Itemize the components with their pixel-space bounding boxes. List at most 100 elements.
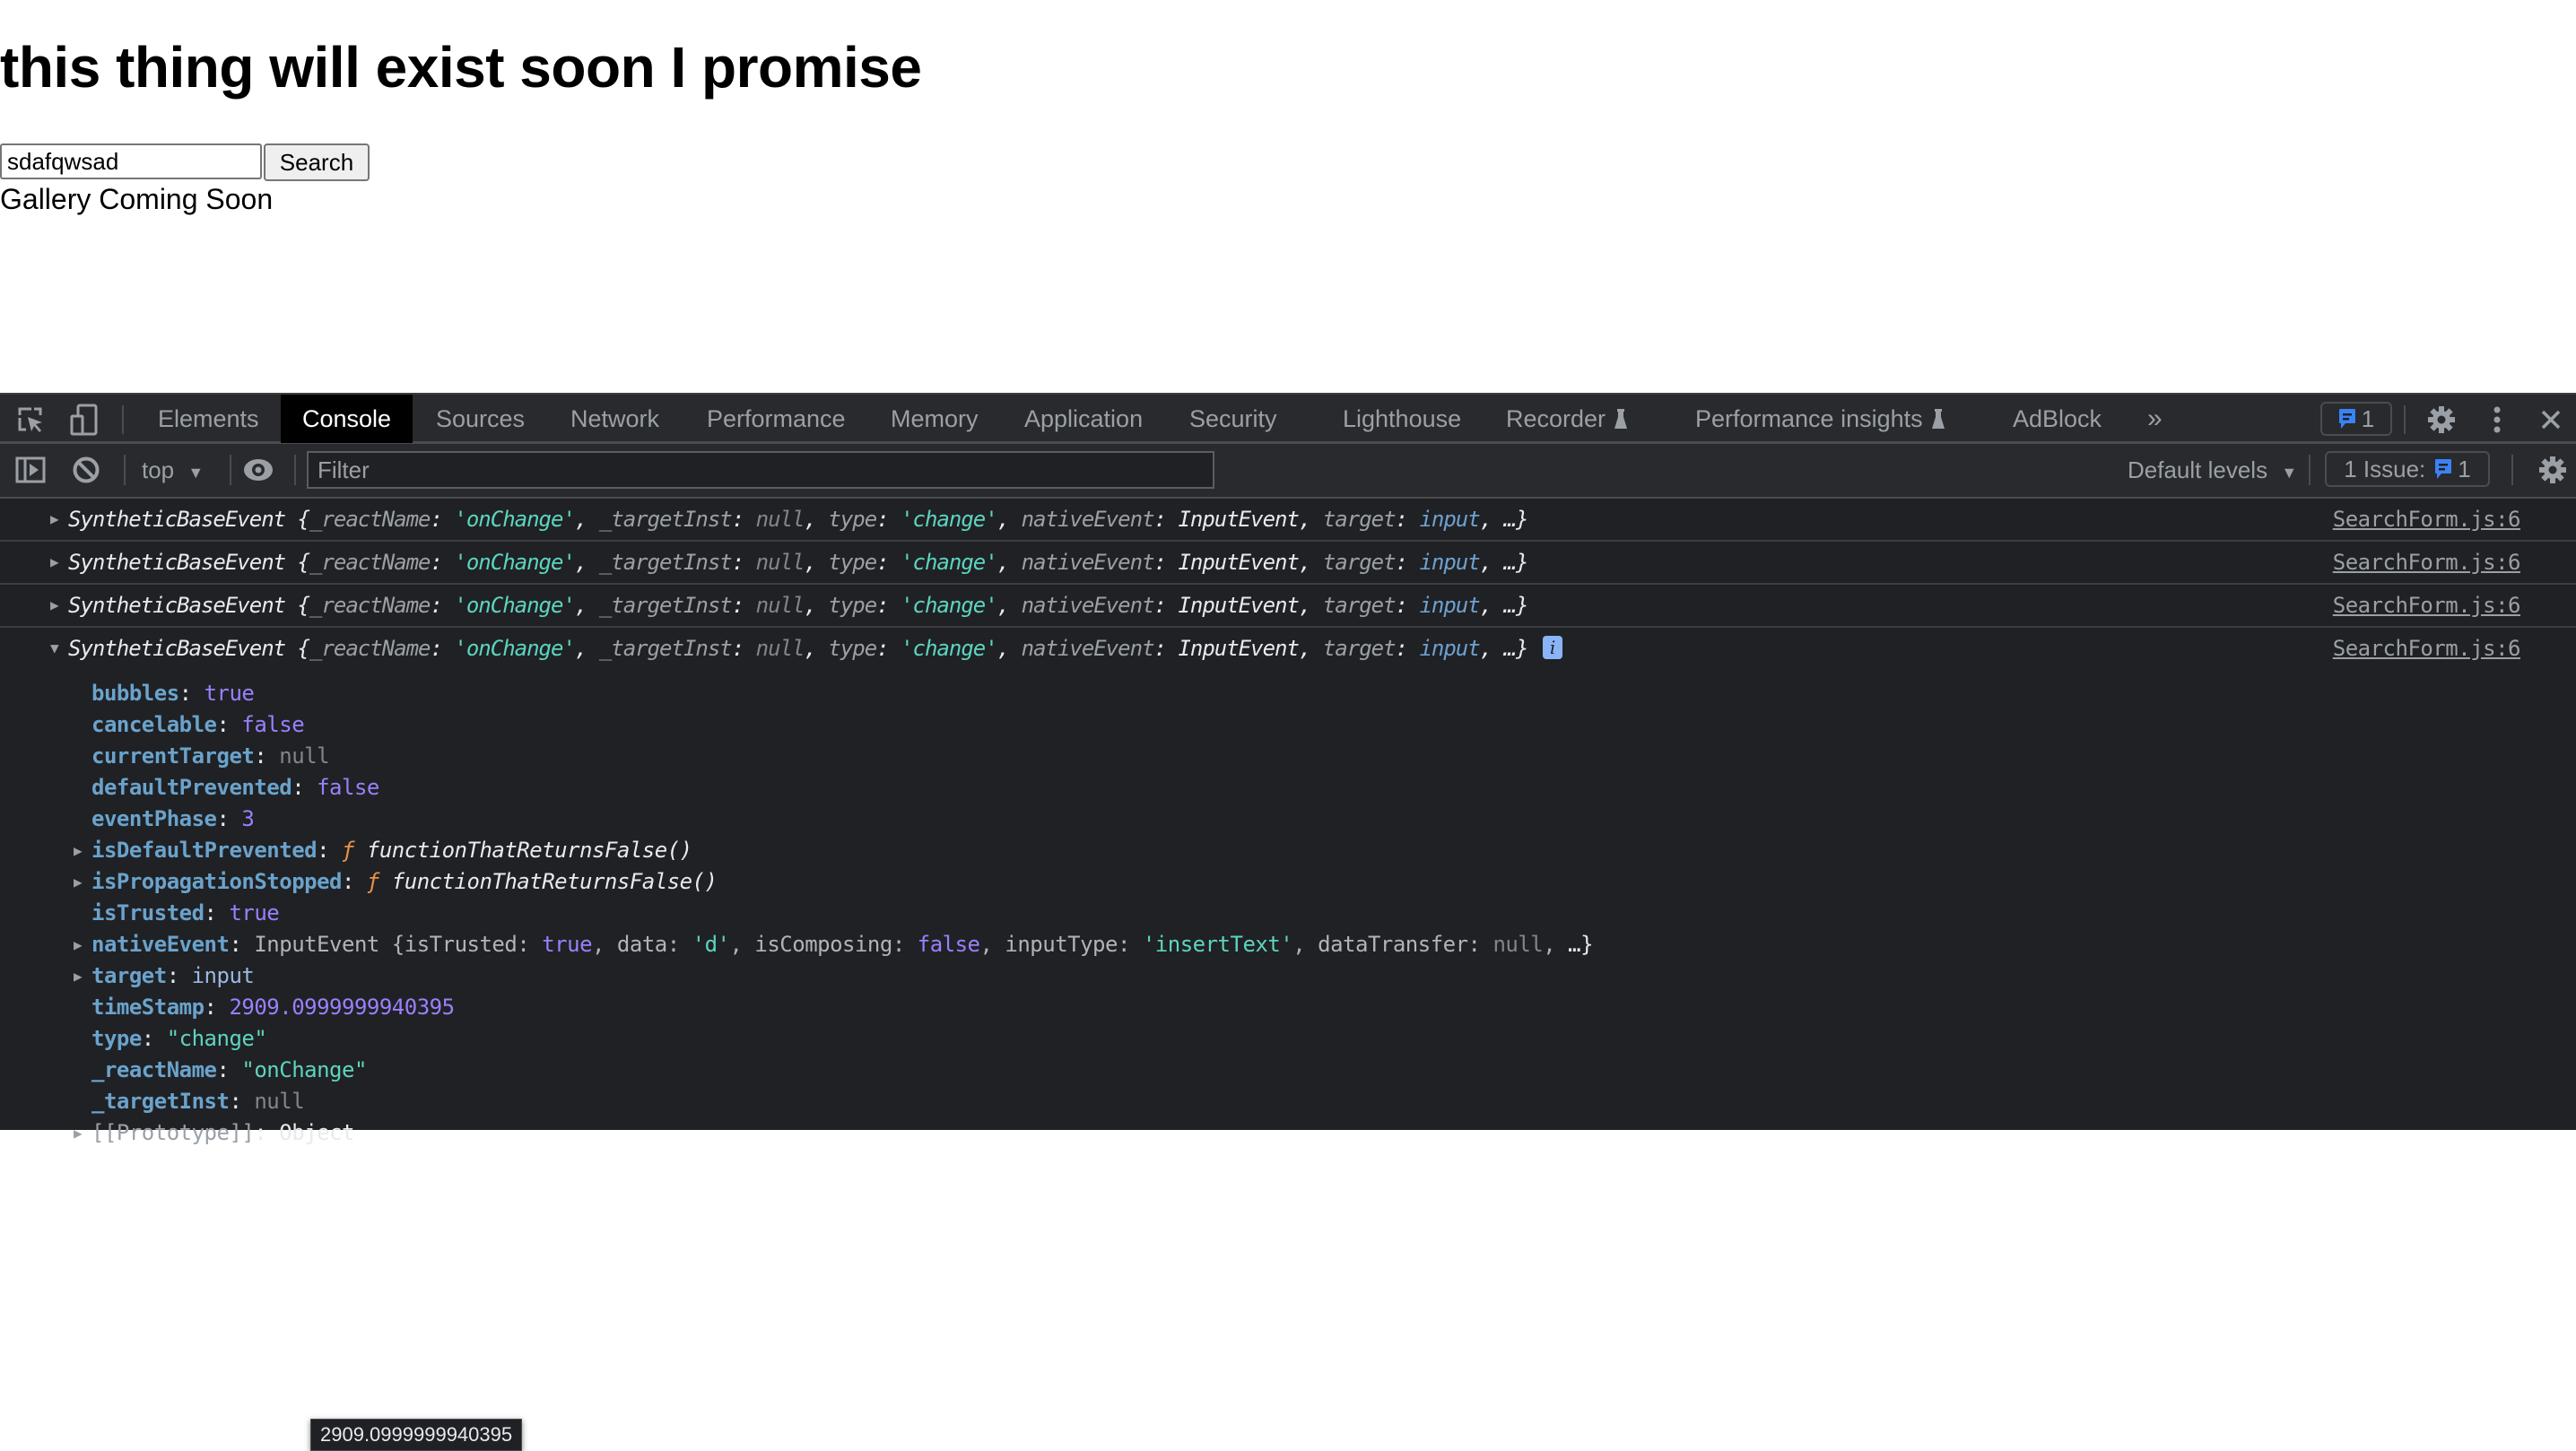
property-row[interactable]: ▶ target: input	[0, 960, 2576, 992]
search-input[interactable]	[0, 143, 262, 179]
function-f-icon: ƒ	[366, 869, 392, 894]
property-name: target: input	[91, 963, 255, 988]
property-value: 2909.0999999940395	[229, 995, 455, 1020]
property-name: isPropagationStopped: ƒ functionThatRetu…	[91, 869, 718, 894]
property-value: functionThatReturnsFalse()	[366, 838, 692, 863]
property-row: eventPhase: 3	[0, 804, 2576, 835]
tab-application[interactable]: Application	[1003, 395, 1164, 443]
function-f-icon: ƒ	[342, 838, 367, 863]
property-value: null	[279, 743, 330, 769]
console-log-row[interactable]: ▶ SyntheticBaseEvent {_reactName: 'onCha…	[0, 542, 2576, 585]
gallery-placeholder-text: Gallery Coming Soon	[0, 183, 274, 215]
expand-triangle-icon[interactable]: ▶	[50, 499, 59, 540]
expand-triangle-icon[interactable]: ▶	[50, 585, 59, 626]
property-name: nativeEvent: InputEvent {isTrusted: true…	[91, 932, 1594, 957]
issues-badge-count: 1	[2361, 404, 2375, 432]
property-row: cancelable: false	[0, 709, 2576, 741]
tab-performance-insights[interactable]: Performance insights	[1674, 395, 1966, 443]
log-message: SyntheticBaseEvent {_reactName: 'onChang…	[68, 593, 1529, 618]
property-row: defaultPrevented: false	[0, 772, 2576, 804]
source-link[interactable]: SearchForm.js:6	[2333, 542, 2521, 583]
tabbar-divider	[2404, 405, 2406, 434]
console-toolbar: top ▼ Filter Default levels ▼ 1 Issue: 1	[0, 444, 2576, 499]
console-log-row[interactable]: ▶ SyntheticBaseEvent {_reactName: 'onCha…	[0, 585, 2576, 628]
property-name: currentTarget: null	[91, 743, 330, 769]
source-link[interactable]: SearchForm.js:6	[2333, 628, 2521, 669]
expanded-properties: bubbles: true cancelable: false currentTar…	[0, 671, 2576, 1149]
device-toolbar-icon[interactable]	[66, 402, 102, 438]
issue-message-icon	[2338, 409, 2355, 429]
issues-badge-button[interactable]: 1	[2320, 402, 2392, 436]
tab-adblock[interactable]: AdBlock	[1991, 395, 2123, 443]
property-value: InputEvent {isTrusted: true, data: 'd', …	[254, 932, 1594, 957]
property-name: _reactName: "onChange"	[91, 1057, 367, 1082]
property-name: isTrusted: true	[91, 900, 280, 925]
source-link[interactable]: SearchForm.js:6	[2333, 499, 2521, 540]
tab-memory[interactable]: Memory	[869, 395, 1000, 443]
tab-recorder-label: Recorder	[1506, 405, 1606, 432]
console-settings-gear-icon[interactable]	[2535, 452, 2571, 488]
expand-triangle-icon[interactable]: ▶	[74, 835, 83, 866]
property-row[interactable]: ▶ isPropagationStopped: ƒ functionThatRet…	[0, 866, 2576, 898]
more-tabs-icon[interactable]: »	[2126, 395, 2184, 443]
experimental-flask-icon	[1614, 409, 1628, 429]
settings-gear-icon[interactable]	[2424, 402, 2459, 438]
toggle-sidebar-icon[interactable]	[13, 452, 48, 488]
property-row: _reactName: "onChange"	[0, 1055, 2576, 1086]
tab-recorder[interactable]: Recorder	[1484, 395, 1649, 443]
property-row[interactable]: ▶ [[Prototype]]: Object	[0, 1117, 2576, 1149]
expand-triangle-icon[interactable]: ▶	[74, 1117, 83, 1149]
context-selector[interactable]: top ▼	[142, 444, 204, 496]
property-value: true	[204, 681, 255, 706]
property-row[interactable]: ▶ isDefaultPrevented: ƒ functionThatRetur…	[0, 835, 2576, 866]
tab-sources[interactable]: Sources	[414, 395, 546, 443]
search-form: Search	[0, 143, 370, 181]
chevron-down-icon: ▼	[187, 464, 205, 482]
tab-network[interactable]: Network	[549, 395, 681, 443]
property-value: true	[229, 900, 280, 925]
info-icon[interactable]: i	[1542, 636, 1562, 659]
expand-triangle-icon[interactable]: ▶	[74, 960, 83, 992]
property-row: bubbles: true	[0, 678, 2576, 709]
property-value: null	[254, 1089, 305, 1114]
console-filter-input[interactable]: Filter	[307, 451, 1214, 489]
live-expression-eye-icon[interactable]	[240, 452, 276, 488]
collapse-triangle-icon[interactable]: ▼	[50, 628, 59, 669]
devtools-tabbar: Elements Console Sources Network Perform…	[0, 393, 2576, 444]
more-options-kebab-icon[interactable]	[2479, 402, 2515, 438]
devtools-panel: Elements Console Sources Network Perform…	[0, 393, 2576, 1451]
tab-performance-insights-label: Performance insights	[1695, 405, 1923, 432]
property-row[interactable]: ▶ nativeEvent: InputEvent {isTrusted: tru…	[0, 929, 2576, 960]
property-row: type: "change"	[0, 1023, 2576, 1055]
tab-performance[interactable]: Performance	[685, 395, 867, 443]
tab-lighthouse[interactable]: Lighthouse	[1321, 395, 1483, 443]
source-link[interactable]: SearchForm.js:6	[2333, 585, 2521, 626]
log-levels-dropdown[interactable]: Default levels ▼	[2128, 444, 2297, 496]
issues-counter-count: 1	[2458, 455, 2471, 482]
console-log-row[interactable]: ▶ SyntheticBaseEvent {_reactName: 'onCha…	[0, 499, 2576, 542]
tab-elements[interactable]: Elements	[136, 395, 281, 443]
toolbar-divider	[294, 455, 296, 485]
issues-counter-button[interactable]: 1 Issue: 1	[2325, 451, 2490, 487]
inspect-element-icon[interactable]	[13, 402, 48, 438]
toolbar-divider	[2511, 455, 2513, 485]
close-devtools-icon[interactable]	[2533, 402, 2569, 438]
console-log-row-expanded[interactable]: ▼ SyntheticBaseEvent {_reactName: 'onCha…	[0, 628, 2576, 671]
search-button[interactable]: Search	[264, 143, 370, 181]
log-message: SyntheticBaseEvent {_reactName: 'onChang…	[68, 550, 1529, 575]
property-name: timeStamp: 2909.0999999940395	[91, 995, 455, 1020]
tab-security[interactable]: Security	[1168, 395, 1299, 443]
clear-console-icon[interactable]	[68, 452, 104, 488]
property-name: _targetInst: null	[91, 1089, 305, 1114]
expand-triangle-icon[interactable]: ▶	[74, 929, 83, 960]
property-name: [[Prototype]]: Object	[91, 1120, 354, 1145]
toolbar-divider	[230, 455, 231, 485]
property-name: cancelable: false	[91, 712, 305, 737]
expand-triangle-icon[interactable]: ▶	[74, 866, 83, 898]
expand-triangle-icon[interactable]: ▶	[50, 542, 59, 583]
tab-console[interactable]: Console	[281, 395, 413, 443]
issues-counter-label: 1 Issue:	[2344, 455, 2426, 482]
property-name: eventPhase: 3	[91, 806, 255, 831]
property-value: input	[191, 963, 255, 988]
property-value: false	[317, 775, 379, 800]
